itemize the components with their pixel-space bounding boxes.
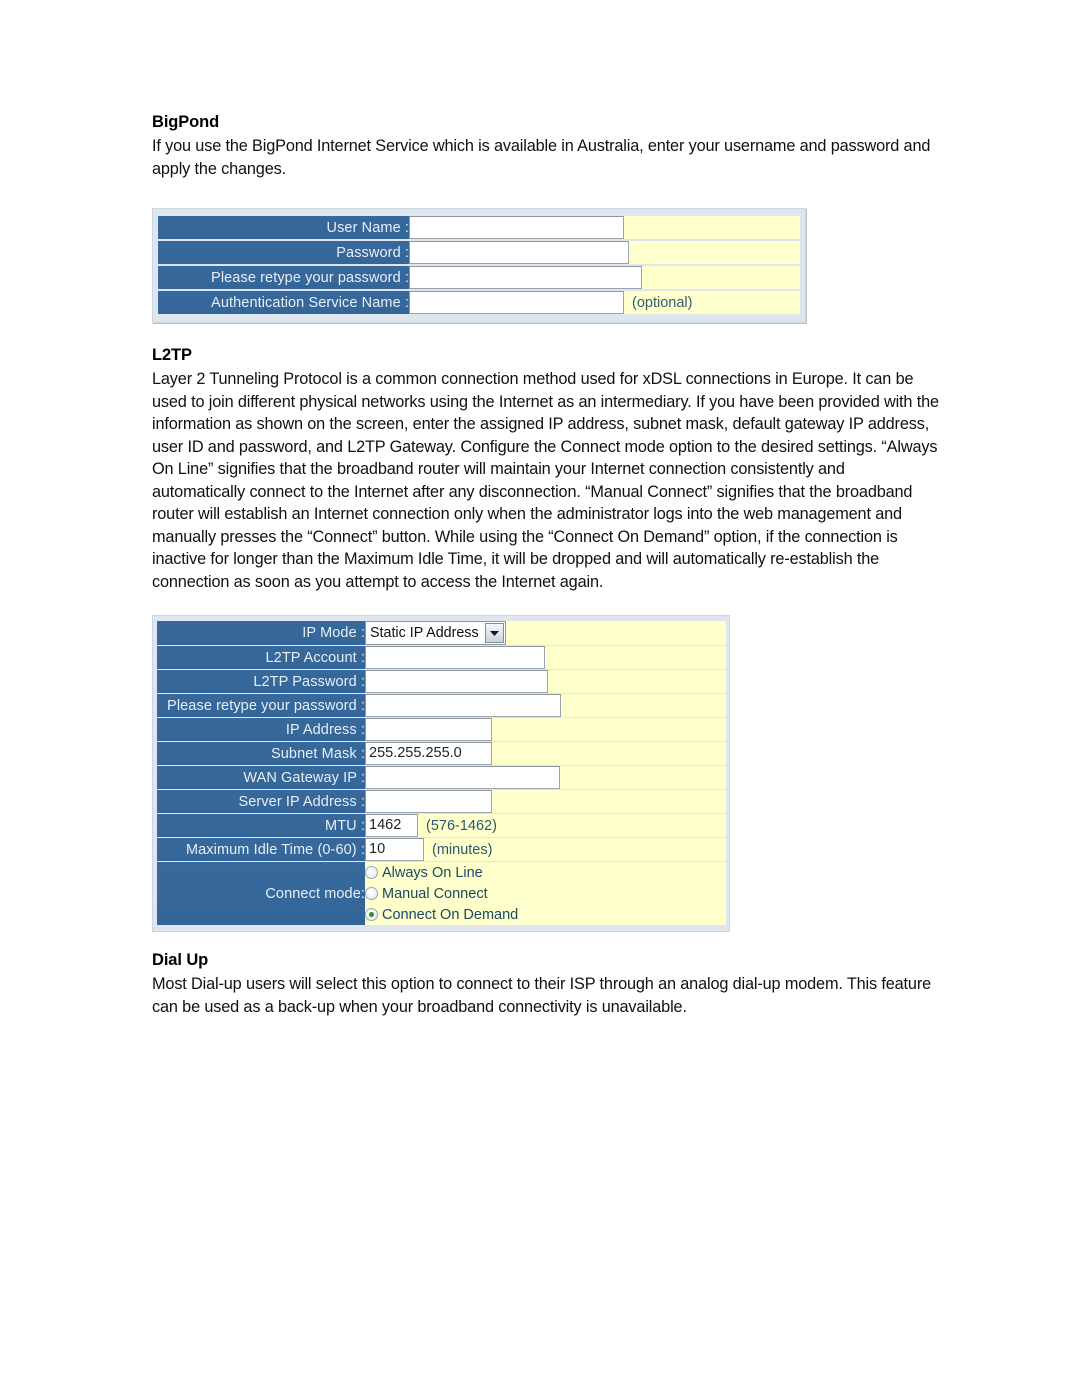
mtu-input[interactable] — [365, 814, 418, 838]
radio-icon[interactable] — [365, 866, 378, 880]
field-cell-subnet-mask — [365, 742, 726, 766]
ip-mode-selected-value: Static IP Address — [370, 625, 479, 642]
server-ip-address-input[interactable] — [365, 790, 492, 814]
radio-icon[interactable] — [365, 887, 378, 901]
page-title-l2tp: L2TP — [152, 346, 192, 365]
wan-gateway-ip-input[interactable] — [365, 766, 560, 790]
field-cell-server-ip-address — [365, 790, 726, 814]
table-row: IP Address : — [157, 718, 726, 742]
radio-label-manual-connect: Manual Connect — [382, 885, 488, 902]
radio-label-connect-on-demand: Connect On Demand — [382, 906, 519, 923]
page-title-bigpond: BigPond — [152, 113, 220, 131]
field-cell-user-name — [409, 216, 800, 240]
label-l2tp-retype-password: Please retype your password : — [157, 694, 365, 718]
radio-connect-on-demand[interactable]: Connect On Demand — [365, 904, 726, 925]
l2tp-form-table: IP Mode : Static IP Address L2TP Account… — [157, 620, 726, 926]
ip-mode-select[interactable]: Static IP Address — [365, 621, 506, 646]
field-cell-l2tp-password — [365, 670, 726, 694]
table-row: Subnet Mask : — [157, 742, 726, 766]
field-cell-connect-mode: Always On Line Manual Connect Connect On… — [365, 862, 726, 926]
ip-address-input[interactable] — [365, 718, 492, 742]
label-l2tp-account: L2TP Account : — [157, 646, 365, 670]
table-row: User Name : — [158, 216, 800, 240]
field-cell-max-idle-time: (minutes) — [365, 838, 726, 862]
field-cell-l2tp-retype-password — [365, 694, 726, 718]
label-wan-gateway-ip: WAN Gateway IP : — [157, 766, 365, 790]
radio-label-always-on-line: Always On Line — [382, 864, 483, 881]
connect-mode-radio-group: Always On Line Manual Connect Connect On… — [365, 862, 726, 925]
chevron-down-icon[interactable] — [484, 623, 504, 644]
l2tp-retype-password-input[interactable] — [365, 694, 561, 718]
radio-manual-connect[interactable]: Manual Connect — [365, 883, 726, 904]
paragraph-l2tp: Layer 2 Tunneling Protocol is a common c… — [152, 370, 939, 591]
max-idle-time-input[interactable] — [365, 838, 424, 862]
field-cell-ip-mode: Static IP Address — [365, 621, 726, 646]
label-ip-mode: IP Mode : — [157, 621, 365, 646]
label-retype-password: Please retype your password : — [158, 266, 409, 290]
table-row: Please retype your password : — [157, 694, 726, 718]
table-row: Authentication Service Name : (optional) — [158, 291, 800, 315]
field-cell-ip-address — [365, 718, 726, 742]
table-row: MTU : (576-1462) — [157, 814, 726, 838]
l2tp-account-input[interactable] — [365, 646, 545, 670]
table-row: Connect mode: Always On Line Manual Conn… — [157, 862, 726, 926]
label-subnet-mask: Subnet Mask : — [157, 742, 365, 766]
table-row: Server IP Address : — [157, 790, 726, 814]
paragraph-bigpond: If you use the BigPond Internet Service … — [152, 137, 931, 178]
field-cell-password — [409, 241, 800, 265]
table-row: IP Mode : Static IP Address — [157, 621, 726, 646]
l2tp-form-panel: IP Mode : Static IP Address L2TP Account… — [152, 615, 730, 933]
auth-service-optional-note: (optional) — [632, 294, 693, 311]
label-l2tp-password: L2TP Password : — [157, 670, 365, 694]
retype-password-input[interactable] — [409, 266, 642, 290]
field-cell-auth-service-name: (optional) — [409, 291, 800, 315]
paragraph-dial-up: Most Dial-up users will select this opti… — [152, 975, 931, 1016]
label-user-name: User Name : — [158, 216, 409, 240]
label-ip-address: IP Address : — [157, 718, 365, 742]
label-max-idle-time: Maximum Idle Time (0-60) : — [157, 838, 365, 862]
table-row: WAN Gateway IP : — [157, 766, 726, 790]
table-row: Maximum Idle Time (0-60) : (minutes) — [157, 838, 726, 862]
label-connect-mode: Connect mode: — [157, 862, 365, 926]
field-cell-wan-gateway-ip — [365, 766, 726, 790]
label-server-ip-address: Server IP Address : — [157, 790, 365, 814]
table-row: L2TP Password : — [157, 670, 726, 694]
field-cell-retype-password — [409, 266, 800, 290]
user-name-input[interactable] — [409, 216, 624, 240]
table-row: Please retype your password : — [158, 266, 800, 290]
document-page: BigPond If you use the BigPond Internet … — [152, 112, 942, 1018]
mtu-range-note: (576-1462) — [426, 817, 497, 834]
radio-icon[interactable] — [365, 908, 378, 922]
bigpond-form-panel: User Name : Password : Please retype you… — [152, 208, 806, 324]
l2tp-password-input[interactable] — [365, 670, 548, 694]
page-title-dial-up: Dial Up — [152, 951, 209, 970]
field-cell-mtu: (576-1462) — [365, 814, 726, 838]
bigpond-form-table: User Name : Password : Please retype you… — [158, 214, 800, 316]
label-password: Password : — [158, 241, 409, 265]
table-row: L2TP Account : — [157, 646, 726, 670]
max-idle-time-units-note: (minutes) — [432, 841, 493, 858]
auth-service-name-input[interactable] — [409, 291, 624, 315]
label-auth-service-name: Authentication Service Name : — [158, 291, 409, 315]
subnet-mask-input[interactable] — [365, 742, 492, 766]
field-cell-l2tp-account — [365, 646, 726, 670]
label-mtu: MTU : — [157, 814, 365, 838]
table-row: Password : — [158, 241, 800, 265]
radio-always-on-line[interactable]: Always On Line — [365, 862, 726, 883]
password-input[interactable] — [409, 241, 629, 265]
